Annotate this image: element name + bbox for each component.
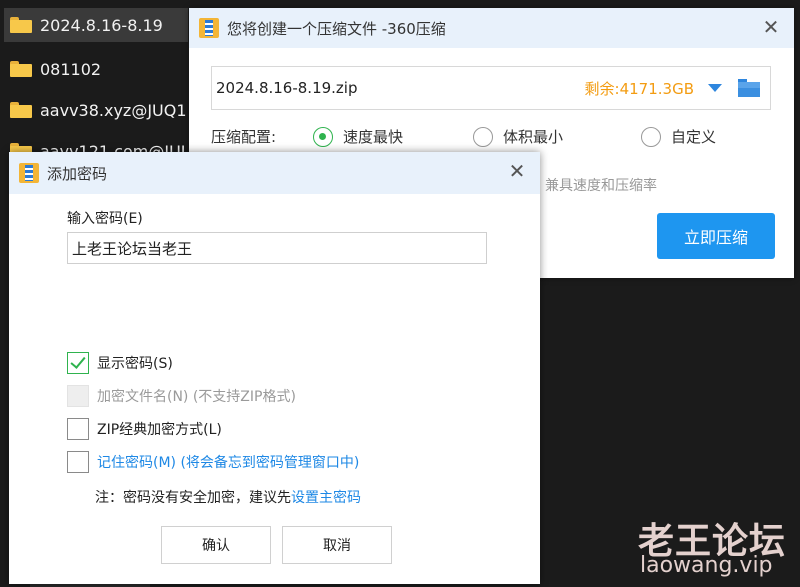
- checkbox-icon[interactable]: [67, 451, 89, 473]
- config-label-text: 压缩配置:: [211, 128, 277, 146]
- show-password-checkbox-row[interactable]: 显示密码(S): [67, 352, 173, 374]
- checkbox-label: 记住密码(M) (将会备忘到密码管理窗口中): [97, 455, 360, 471]
- folder-icon: [10, 61, 32, 77]
- remember-password-checkbox-row[interactable]: 记住密码(M) (将会备忘到密码管理窗口中): [67, 451, 359, 473]
- password-dialog-title: 添加密码: [47, 164, 108, 183]
- output-filename[interactable]: 2024.8.16-8.19.zip: [216, 79, 585, 97]
- note-text: 注：密码没有安全加密，建议先: [95, 490, 291, 506]
- archive-app-icon: [199, 18, 219, 38]
- close-icon[interactable]: ✕: [760, 16, 782, 38]
- file-name: aavv38.xyz@JUQ1: [40, 100, 187, 120]
- free-space-label: 剩余:4171.3GB: [584, 79, 694, 98]
- checkbox-checked-icon[interactable]: [67, 352, 89, 374]
- cancel-button[interactable]: 取消: [282, 526, 392, 564]
- checkbox-disabled-icon: [67, 385, 89, 407]
- checkbox-label: ZIP经典加密方式(L): [97, 422, 222, 438]
- radio-smallest[interactable]: 体积最小: [473, 126, 563, 147]
- ok-button[interactable]: 确认: [161, 526, 271, 564]
- set-master-password-link[interactable]: 设置主密码: [291, 490, 361, 506]
- file-item[interactable]: 2024.8.16-8.19: [4, 8, 188, 42]
- config-label: 压缩配置:: [211, 126, 276, 147]
- folder-icon: [10, 102, 32, 118]
- file-item[interactable]: aavv38.xyz@JUQ1: [4, 93, 187, 127]
- browse-folder-icon[interactable]: [738, 79, 760, 97]
- output-path-field[interactable]: 2024.8.16-8.19.zip 剩余:4171.3GB: [211, 66, 771, 110]
- checkbox-label: 显示密码(S): [97, 356, 173, 372]
- config-hint: 兼具速度和压缩率: [545, 178, 657, 194]
- archive-app-icon: [19, 163, 39, 183]
- compress-titlebar: 您将创建一个压缩文件 -360压缩 ✕: [189, 8, 794, 48]
- password-titlebar: 添加密码 ✕: [9, 152, 540, 194]
- radio-label: 速度最快: [343, 128, 404, 146]
- encrypt-filename-checkbox-row: 加密文件名(N) (不支持ZIP格式): [67, 385, 296, 407]
- close-icon[interactable]: ✕: [506, 160, 528, 182]
- radio-icon[interactable]: [641, 126, 661, 147]
- password-input-label: 输入密码(E): [67, 211, 143, 227]
- checkbox-label: 加密文件名(N) (不支持ZIP格式): [97, 389, 296, 405]
- compress-window-title: 您将创建一个压缩文件 -360压缩: [227, 19, 446, 38]
- chevron-down-icon[interactable]: [708, 84, 722, 92]
- checkbox-icon[interactable]: [67, 418, 89, 440]
- zip-classic-checkbox-row[interactable]: ZIP经典加密方式(L): [67, 418, 222, 440]
- password-input[interactable]: [67, 232, 487, 264]
- compress-now-button[interactable]: 立即压缩: [657, 213, 775, 259]
- file-item[interactable]: 081102: [4, 52, 101, 86]
- radio-label: 自定义: [671, 128, 717, 146]
- security-note: 注：密码没有安全加密，建议先设置主密码: [95, 487, 361, 507]
- radio-checked-icon[interactable]: [313, 126, 333, 147]
- radio-icon[interactable]: [473, 126, 493, 147]
- folder-icon: [10, 17, 32, 33]
- radio-fastest[interactable]: 速度最快: [313, 126, 403, 147]
- radio-label: 体积最小: [503, 128, 564, 146]
- file-name: 081102: [40, 59, 102, 79]
- add-password-dialog: 添加密码 ✕ 输入密码(E) 显示密码(S) 加密文件名(N) (不支持ZIP格…: [9, 152, 540, 584]
- radio-custom[interactable]: 自定义: [641, 126, 716, 147]
- watermark-url: laowang.vip: [640, 553, 773, 578]
- file-name: 2024.8.16-8.19: [40, 15, 163, 35]
